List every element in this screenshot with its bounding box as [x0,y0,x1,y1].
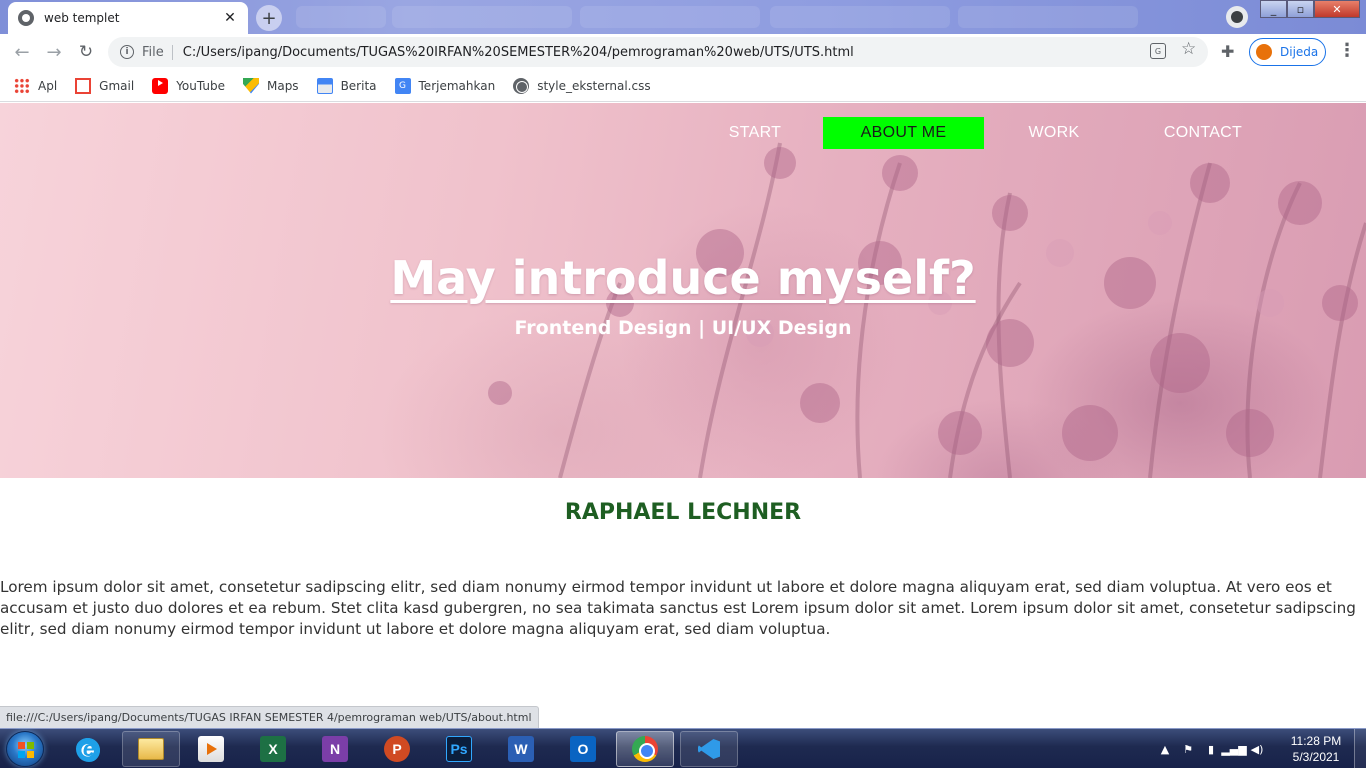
translate-icon: G [394,77,411,94]
page-viewport: START ABOUT ME WORK CONTACT May introduc… [0,103,1366,728]
onenote-icon: N [322,736,348,762]
taskbar-internet-explorer[interactable]: e [60,731,118,767]
bookmark-maps[interactable]: Maps [242,77,299,94]
browser-toolbar: ← → ↻ i File C:/Users/ipang/Documents/TU… [0,34,1366,70]
youtube-icon [152,77,169,94]
bookmark-label: style_eksternal.css [537,78,651,93]
info-icon[interactable]: i [120,45,134,59]
tab-web-templet[interactable]: web templet ✕ [8,2,248,34]
nav-link-about-me[interactable]: ABOUT ME [823,117,984,149]
clock-time: 11:28 PM [1290,734,1342,748]
nav-link-start[interactable]: START [675,117,835,149]
tab-title: web templet [44,11,120,25]
bookmark-label: YouTube [176,78,225,93]
bookmark-youtube[interactable]: YouTube [152,77,225,94]
taskbar-clock[interactable]: 11:28 PM 5/3/2021 [1282,733,1350,765]
taskbar-powerpoint[interactable]: P [368,731,426,767]
maps-icon [242,77,259,94]
taskbar-file-explorer[interactable] [122,731,180,767]
menu-kebab-icon[interactable]: ⋮ [1338,40,1356,61]
powerpoint-icon: P [384,736,410,762]
taskbar-word[interactable]: W [492,731,550,767]
taskbar-photoshop[interactable]: Ps [430,731,488,767]
word-icon: W [508,736,534,762]
action-center-flag-icon[interactable]: ⚑ [1181,742,1195,756]
volume-icon[interactable]: ◀) [1250,742,1264,756]
back-arrow-icon[interactable]: ← [10,40,34,64]
globe-icon [513,77,530,94]
globe-favicon-icon [18,10,34,26]
hero-subtitle: Frontend Design | UI/UX Design [514,317,852,339]
forward-arrow-icon[interactable]: → [42,40,66,64]
start-button[interactable] [6,731,44,767]
bookmark-label: Apl [38,78,58,93]
link-status-bar: file:///C:/Users/ipang/Documents/TUGAS I… [0,706,539,728]
bookmarks-bar: Apl Gmail YouTube Maps Berita G Terjemahk… [0,70,1366,102]
person-name-heading: RAPHAEL LECHNER [564,500,802,525]
window-minimize-button[interactable]: _ [1260,0,1287,18]
folder-icon [138,738,164,760]
network-signal-icon[interactable]: ▂▄▆ [1221,742,1246,756]
taskbar-chrome[interactable] [616,731,674,767]
address-bar[interactable]: i File C:/Users/ipang/Documents/TUGAS%20… [108,37,1208,67]
hero-banner: START ABOUT ME WORK CONTACT May introduc… [0,103,1366,478]
taskbar-outlook[interactable]: O [554,731,612,767]
show-hidden-icons-icon[interactable]: ▲ [1158,742,1172,756]
background-tab[interactable] [770,6,950,28]
background-tab[interactable] [580,6,760,28]
taskbar-onenote[interactable]: N [306,731,364,767]
extensions-puzzle-icon[interactable]: ✚ [1221,42,1234,61]
outlook-icon: O [570,736,596,762]
avatar [1256,44,1272,60]
photoshop-icon: Ps [446,736,472,762]
background-tab[interactable] [392,6,572,28]
about-paragraph: Lorem ipsum dolor sit amet, consetetur s… [0,578,1356,638]
bookmark-label: Maps [266,78,299,93]
bookmark-terjemahkan[interactable]: G Terjemahkan [394,77,496,94]
url-text[interactable]: C:/Users/ipang/Documents/TUGAS%20IRFAN%2… [183,45,854,60]
vscode-icon [696,736,722,762]
browser-tab-strip: web templet ✕ + _ ▫ ✕ [0,0,1366,34]
gmail-icon [75,77,92,94]
profile-status-label: Dijeda [1280,45,1319,59]
nav-link-work[interactable]: WORK [974,117,1134,149]
media-player-icon [198,736,224,762]
url-scheme-label: File [142,44,173,60]
bookmark-gmail[interactable]: Gmail [75,77,135,94]
windows-taskbar: e X N P Ps W O ▲ ⚑ ▮ ▂▄▆ ◀) 11:28 PM 5/3… [0,728,1366,768]
background-tab[interactable] [296,6,386,28]
site-nav: START ABOUT ME WORK CONTACT [0,117,1366,149]
background-tab[interactable] [958,6,1138,28]
bookmark-label: Terjemahkan [418,78,496,93]
chevron-down-icon [1231,11,1243,23]
excel-icon: X [260,736,286,762]
tab-search-button[interactable] [1226,6,1248,28]
clock-date: 5/3/2021 [1292,750,1340,764]
bookmark-label: Gmail [99,78,135,93]
bookmark-label: Berita [340,78,377,93]
new-tab-button[interactable]: + [256,5,282,31]
window-close-button[interactable]: ✕ [1314,0,1360,18]
nav-link-contact[interactable]: CONTACT [1123,117,1283,149]
hero-title: May introduce myself? [390,251,976,305]
taskbar-excel[interactable]: X [244,731,302,767]
apps-grid-icon [14,77,30,94]
bookmark-apps[interactable]: Apl [14,77,58,94]
show-desktop-button[interactable] [1354,729,1366,768]
chrome-icon [632,736,658,762]
system-tray: ▲ ⚑ ▮ ▂▄▆ ◀) [1158,729,1264,768]
taskbar-media-player[interactable] [182,731,240,767]
taskbar-vscode[interactable] [680,731,738,767]
news-icon [316,77,333,94]
window-maximize-button[interactable]: ▫ [1287,0,1314,18]
internet-explorer-icon: e [76,736,102,762]
translate-icon[interactable]: G [1150,43,1166,59]
bookmark-star-icon[interactable]: ☆ [1181,39,1196,59]
power-icon[interactable]: ▮ [1204,742,1218,756]
bookmark-style-eksternal[interactable]: style_eksternal.css [513,77,651,94]
profile-button[interactable]: Dijeda [1249,38,1326,66]
tab-close-icon[interactable]: ✕ [222,10,238,26]
bookmark-berita[interactable]: Berita [316,77,377,94]
reload-icon[interactable]: ↻ [74,40,98,64]
